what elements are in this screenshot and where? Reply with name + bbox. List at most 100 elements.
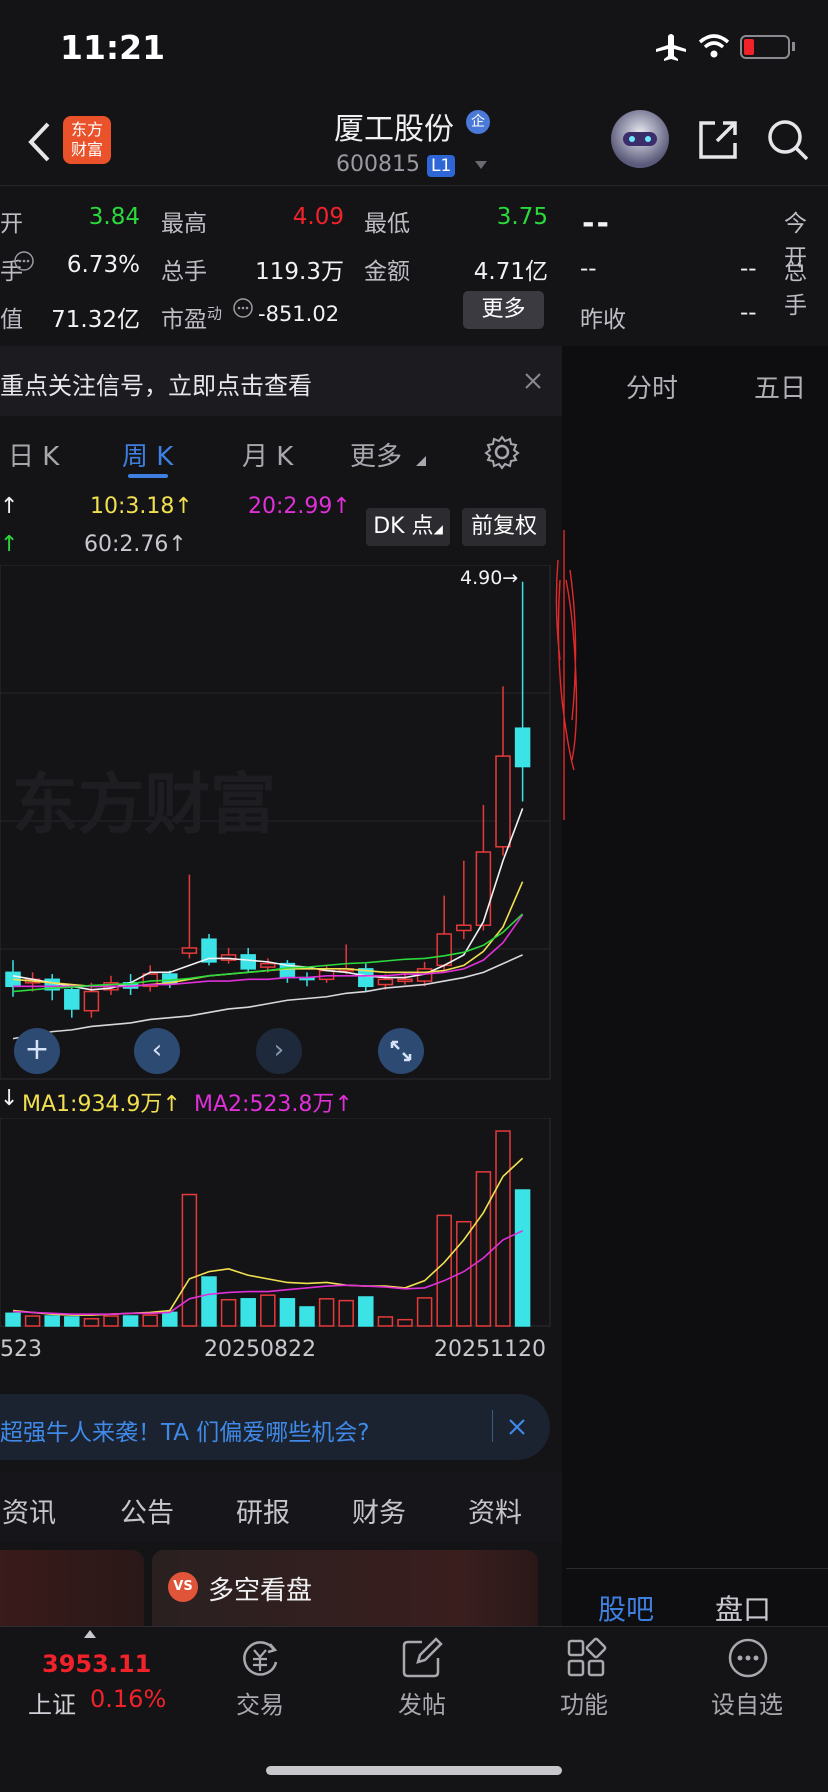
dk-point-button[interactable]: DK 点◢ <box>366 508 450 546</box>
nav-watchlist-label[interactable]: 设自选 <box>692 1685 802 1720</box>
post-edit-icon[interactable] <box>400 1636 444 1680</box>
logo-line1: 东方 <box>70 120 103 139</box>
candle-body <box>397 978 413 983</box>
bull-bear-card[interactable]: VS 多空看盘 <box>152 1550 538 1626</box>
stock-code[interactable]: 600815 L1 <box>336 152 456 177</box>
tab-research[interactable]: 研报 <box>236 1491 290 1530</box>
volume-bar <box>24 1315 41 1327</box>
nav-trade-label[interactable]: 交易 <box>205 1685 315 1720</box>
candle-body <box>514 727 531 768</box>
index-change[interactable]: 0.16% <box>90 1685 166 1713</box>
trade-icon[interactable] <box>238 1636 282 1680</box>
enterprise-badge: 企 <box>466 110 490 134</box>
volume-bar <box>103 1315 119 1327</box>
volume-value: 119.3万 <box>255 259 344 285</box>
tab-fiveday[interactable]: 五日 <box>754 368 806 405</box>
battery-icon <box>740 35 790 59</box>
promo-banner[interactable]: 超强牛人来袭！TA 们偏爱哪些机会? <box>0 1394 550 1460</box>
logo-line2: 财富 <box>70 140 103 159</box>
pan-left-button[interactable]: ‹ <box>134 1028 180 1074</box>
tab-announcements[interactable]: 公告 <box>120 1491 174 1530</box>
candle-body <box>377 978 394 986</box>
fullscreen-icon[interactable] <box>378 1028 424 1074</box>
date-label-1: 523 <box>0 1337 42 1362</box>
ma-green-arrow: ↑ <box>0 532 19 557</box>
pe-sup: 动 <box>207 304 223 323</box>
more-dots-icon[interactable] <box>726 1636 770 1680</box>
volume-bar <box>495 1130 511 1327</box>
level-badge: L1 <box>426 155 456 177</box>
more-button[interactable]: 更多 <box>463 291 544 329</box>
nav-functions-label[interactable]: 功能 <box>529 1685 639 1720</box>
candlestick-chart[interactable]: 东方财富 4.90→ <box>0 565 552 1081</box>
low-value: 3.75 <box>496 204 548 230</box>
volume-bar <box>318 1298 335 1327</box>
volume-bar <box>299 1306 315 1327</box>
search-icon[interactable] <box>766 118 810 162</box>
volume-bar <box>83 1317 100 1327</box>
close-icon[interactable] <box>508 1418 526 1436</box>
volume-bar <box>44 1315 60 1327</box>
open-label: 开 <box>0 211 23 237</box>
candle-body <box>240 954 256 970</box>
index-value[interactable]: 3953.11 <box>42 1650 151 1678</box>
tab-news[interactable]: 资讯 <box>2 1491 56 1530</box>
app-logo[interactable]: 东方 财富 <box>63 116 111 164</box>
tab-profile[interactable]: 资料 <box>468 1491 522 1530</box>
volume-label: 总手 <box>161 259 207 285</box>
nav-post-label[interactable]: 发帖 <box>367 1685 477 1720</box>
volume-bar <box>64 1316 80 1327</box>
info-icon[interactable] <box>232 297 254 319</box>
tab-guba[interactable]: 股吧 <box>598 1588 654 1628</box>
volume-bar <box>142 1314 158 1327</box>
vol-arrow: ↓ <box>0 1086 19 1111</box>
turnover-value: 6.73% <box>66 252 140 278</box>
volume-bar <box>377 1316 394 1327</box>
tab-intraday[interactable]: 分时 <box>626 368 678 405</box>
low-label: 最低 <box>364 211 410 237</box>
dropdown-caret-icon[interactable] <box>474 160 488 170</box>
ma5-arrow: ↑ <box>0 494 19 519</box>
signal-banner[interactable]: 重点关注信号，立即点击查看 <box>0 346 562 416</box>
ma60-legend: 60:2.76↑ <box>84 532 187 557</box>
functions-grid-icon[interactable] <box>564 1636 608 1680</box>
tab-finance[interactable]: 财务 <box>352 1491 406 1530</box>
vs-icon: VS <box>168 1572 198 1602</box>
max-price-marker: 4.90→ <box>460 567 518 589</box>
wifi-icon <box>698 34 730 58</box>
volume-bar <box>338 1299 354 1327</box>
card-title: 多空看盘 <box>208 1576 313 1606</box>
info-icon[interactable] <box>13 250 35 272</box>
close-icon[interactable] <box>524 372 542 390</box>
adjust-button[interactable]: 前复权 <box>462 508 546 546</box>
rp-chart-sliver <box>555 530 578 820</box>
card-left[interactable] <box>0 1550 144 1626</box>
volume-bar <box>475 1171 492 1327</box>
volume-bar <box>397 1318 413 1327</box>
high-label: 最高 <box>161 211 207 237</box>
tab-week-k[interactable]: 周 K <box>122 436 173 473</box>
tab-more[interactable]: 更多 <box>350 436 402 473</box>
index-name[interactable]: 上证 <box>28 1685 76 1720</box>
candle-body <box>83 990 100 1012</box>
index-caret-icon <box>84 1630 96 1638</box>
robot-assistant-icon[interactable] <box>611 110 669 168</box>
back-arrow-icon[interactable] <box>26 120 52 164</box>
zoom-in-button[interactable]: + <box>14 1028 60 1074</box>
airplane-icon <box>656 34 686 61</box>
share-icon[interactable] <box>697 119 739 161</box>
ma10-legend: 10:3.18↑ <box>90 494 193 519</box>
marketcap-label: 值 <box>0 307 23 333</box>
amount-label: 金额 <box>364 259 410 285</box>
rp-a2: -- <box>740 256 757 282</box>
candle-body <box>475 851 492 927</box>
active-tab-underline <box>128 474 168 478</box>
pan-right-button[interactable]: › <box>256 1028 302 1074</box>
tab-month-k[interactable]: 月 K <box>242 436 293 473</box>
vol-ma2-legend: MA2:523.8万↑ <box>194 1092 353 1117</box>
tab-pankou[interactable]: 盘口 <box>715 1588 771 1628</box>
candle-body <box>260 962 276 968</box>
tab-day-k[interactable]: 日 K <box>8 436 59 473</box>
corner-caret-icon <box>416 456 426 466</box>
settings-gear-icon[interactable] <box>484 434 520 470</box>
